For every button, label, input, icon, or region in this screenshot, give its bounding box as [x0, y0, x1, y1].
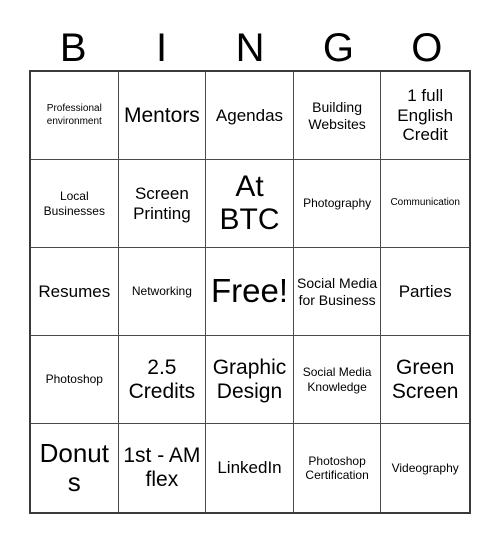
- bingo-header-letter-i: I: [156, 26, 168, 70]
- bingo-cell[interactable]: Resumes: [31, 248, 119, 336]
- bingo-cell-label: 1 full English Credit: [397, 86, 454, 145]
- bingo-cell[interactable]: Parties: [381, 248, 469, 336]
- bingo-cell-label: Professional environment: [46, 103, 102, 127]
- bingo-cell[interactable]: 1 full English Credit: [381, 72, 469, 160]
- bingo-cell[interactable]: Photography: [293, 160, 382, 248]
- bingo-cell[interactable]: Professional environment: [31, 72, 119, 160]
- bingo-cell[interactable]: Photoshop Certification: [293, 424, 382, 512]
- bingo-cell-label: Resumes: [38, 281, 111, 301]
- bingo-cell-label: Donuts: [39, 438, 109, 497]
- bingo-cell-label: LinkedIn: [217, 458, 282, 478]
- bingo-cell-label: Networking: [131, 284, 192, 299]
- bingo-free-space-cell[interactable]: Free!: [206, 248, 294, 336]
- bingo-cell-label: 2.5 Credits: [128, 355, 196, 403]
- bingo-cell[interactable]: Screen Printing: [118, 160, 207, 248]
- bingo-header-row: B I N G O: [29, 18, 471, 70]
- bingo-cell-label: Building Websites: [308, 98, 366, 132]
- bingo-card: B I N G O Professional environment Mentor…: [0, 0, 500, 544]
- bingo-cell[interactable]: Networking: [118, 248, 207, 336]
- bingo-cell-label: Social Media for Business: [297, 274, 378, 308]
- bingo-cell-label: Parties: [398, 281, 452, 301]
- bingo-cell[interactable]: Social Media for Business: [293, 248, 382, 336]
- bingo-cell-label: Photography: [303, 196, 372, 211]
- bingo-grid: Professional environment Mentors Agendas Bu…: [29, 70, 471, 514]
- bingo-header-letter-o: O: [411, 26, 443, 70]
- bingo-cell[interactable]: Green Screen: [381, 336, 469, 424]
- bingo-cell-label: At BTC: [219, 170, 280, 236]
- bingo-cell[interactable]: 1st - AM flex: [118, 424, 207, 512]
- bingo-cell[interactable]: Donuts: [31, 424, 119, 512]
- bingo-cell-label: Social Media Knowledge: [302, 365, 372, 394]
- bingo-cell-label: Local Businesses: [43, 189, 105, 218]
- bingo-cell-label: 1st - AM flex: [123, 444, 201, 491]
- bingo-cell[interactable]: Communication: [381, 160, 469, 248]
- bingo-cell[interactable]: Graphic Design: [206, 336, 294, 424]
- bingo-cell-label: Videography: [391, 460, 459, 475]
- bingo-cell-label: Communication: [390, 197, 460, 209]
- bingo-header-letter-g: G: [322, 26, 354, 70]
- bingo-cell[interactable]: Building Websites: [293, 72, 382, 160]
- bingo-cell[interactable]: Mentors: [118, 72, 207, 160]
- bingo-cell[interactable]: Local Businesses: [31, 160, 119, 248]
- bingo-header-letter-b: B: [59, 26, 87, 70]
- bingo-cell[interactable]: At BTC: [206, 160, 294, 248]
- bingo-cell-label: Photoshop: [45, 372, 103, 387]
- bingo-cell[interactable]: 2.5 Credits: [118, 336, 207, 424]
- bingo-cell[interactable]: Social Media Knowledge: [293, 336, 382, 424]
- bingo-cell[interactable]: Photoshop: [31, 336, 119, 424]
- bingo-cell-label: Green Screen: [391, 355, 459, 403]
- bingo-cell[interactable]: LinkedIn: [206, 424, 294, 512]
- bingo-cell-label: Graphic Design: [212, 355, 287, 403]
- bingo-cell[interactable]: Videography: [381, 424, 469, 512]
- bingo-header-letter-n: N: [235, 26, 265, 70]
- bingo-cell[interactable]: Agendas: [206, 72, 294, 160]
- bingo-cell-label: Screen Printing: [133, 184, 191, 223]
- bingo-cell-label: Free!: [210, 272, 288, 310]
- bingo-cell-label: Photoshop Certification: [305, 453, 369, 482]
- bingo-cell-label: Agendas: [215, 105, 284, 125]
- bingo-cell-label: Mentors: [123, 103, 200, 127]
